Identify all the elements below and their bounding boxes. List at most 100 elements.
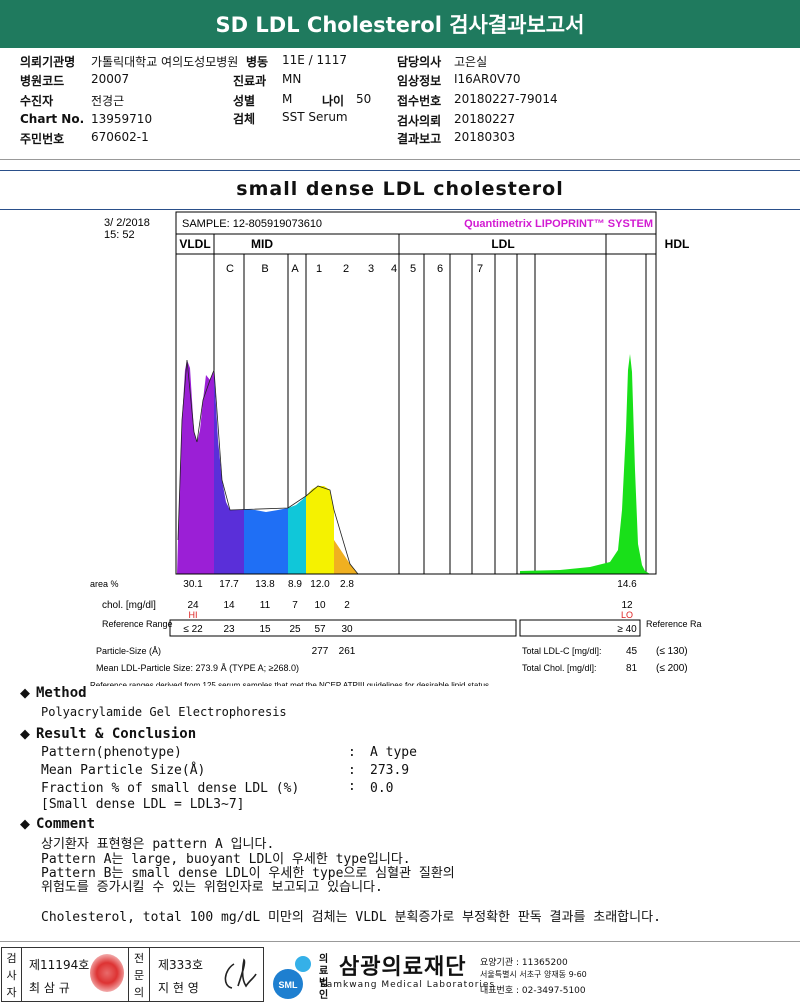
area-value: 13.8 <box>255 579 275 590</box>
org-name: 삼광의료재단 <box>339 955 467 980</box>
field-label: 결과보고 <box>397 132 442 146</box>
field-label: 병동 <box>246 55 269 69</box>
specialist-label: 전문의 <box>128 948 150 1001</box>
flag-label: LO <box>621 610 633 620</box>
org-info: 서울특별시 서초구 양재동 9-60 <box>480 970 587 979</box>
ref-value: 23 <box>223 624 235 635</box>
tester-id: 제11194호 <box>29 958 90 972</box>
band-label: 4 <box>391 263 397 275</box>
field-label: Chart No. <box>20 112 85 126</box>
logo-text: SML <box>279 980 299 990</box>
divider <box>0 941 800 942</box>
field-label: 담당의사 <box>397 55 442 69</box>
total-chol-ref: (≤ 200) <box>656 663 688 674</box>
chol-value: 14 <box>223 600 235 611</box>
vertical-label: 검사자 <box>6 952 17 999</box>
diamond-icon: ◆ <box>20 686 30 701</box>
band-label: A <box>291 263 299 275</box>
band-label: C <box>226 263 234 275</box>
method-heading: ◆ Method <box>20 685 87 701</box>
particle-label: Particle-Size (Å) <box>96 646 161 656</box>
result-colon: : <box>348 763 356 778</box>
total-chol-label: Total Chol. [mg/dl]: <box>522 663 597 673</box>
flag-label: HI <box>189 610 198 620</box>
divider <box>0 170 800 171</box>
group-label: VLDL <box>179 237 210 251</box>
field-value: 670602-1 <box>91 130 149 144</box>
result-key: Fraction % of small dense LDL (%) <box>41 781 300 796</box>
band-label: 6 <box>437 263 443 275</box>
chart-sample: SAMPLE: 12-805919073610 <box>182 218 322 230</box>
chart-date: 3/ 2/2018 <box>104 217 150 229</box>
band-label: 1 <box>316 263 322 275</box>
specialist-id: 제333호 <box>158 958 203 972</box>
result-key: Mean Particle Size(Å) <box>41 763 206 778</box>
total-ldl-label: Total LDL-C [mg/dl]: <box>522 646 602 656</box>
field-value: 50 <box>356 92 372 106</box>
chol-label: chol. [mg/dl] <box>102 600 156 611</box>
particle-value: 277 <box>312 646 329 657</box>
section-title: small dense LDL cholesterol <box>236 178 564 200</box>
result-key: Pattern(phenotype) <box>41 745 182 760</box>
field-label: 병원코드 <box>20 74 65 88</box>
ref-value: 25 <box>289 624 301 635</box>
ref-value: ≥ 40 <box>617 624 637 635</box>
group-label: MID <box>251 237 273 251</box>
area-value: 30.1 <box>183 579 203 590</box>
field-value: 가톨릭대학교 여의도성모병원 <box>91 55 239 69</box>
band-label: 7 <box>477 263 483 275</box>
field-label: 주민번호 <box>20 132 65 146</box>
comment-heading: ◆ Comment <box>20 816 95 832</box>
field-label: 나이 <box>322 94 345 108</box>
heading-text: Comment <box>36 816 96 832</box>
group-label: LDL <box>491 237 514 251</box>
comment-note: Cholesterol, total 100 mg/dL 미만의 검체는 VLD… <box>41 910 661 925</box>
vertical-label: 전문의 <box>133 952 145 999</box>
area-value: 2.8 <box>340 579 354 590</box>
band-label: B <box>261 263 268 275</box>
result-value: 273.9 <box>370 763 410 778</box>
area-label: area % <box>90 579 119 589</box>
area-value: 12.0 <box>310 579 330 590</box>
ref-value: 57 <box>314 624 326 635</box>
total-ldl-ref: (≤ 130) <box>656 646 688 657</box>
sml-logo-icon: SML <box>273 956 311 999</box>
ref-value: 15 <box>259 624 271 635</box>
chart-time: 15: 52 <box>104 229 135 241</box>
particle-value: 261 <box>339 646 356 657</box>
tester-name: 최 삼 규 <box>29 981 70 995</box>
chol-value: 7 <box>292 600 298 611</box>
chart-brand: Quantimetrix LIPOPRINT™ SYSTEM <box>464 218 653 230</box>
field-label: 의뢰기관명 <box>20 55 76 69</box>
result-colon: : <box>348 779 356 794</box>
field-label: 진료과 <box>233 74 267 88</box>
comment-line: 위험도를 증가시킬 수 있는 위험인자로 보고되고 있습니다. <box>41 880 383 895</box>
field-value: 고은실 <box>454 55 488 69</box>
chol-value: 11 <box>260 600 271 611</box>
field-value: MN <box>282 72 302 86</box>
ref-range-label-left: Reference Range <box>102 619 173 629</box>
method-text: Polyacrylamide Gel Electrophoresis <box>41 705 287 719</box>
org-info: 대표번호 : 02-3497-5100 <box>480 986 586 996</box>
field-value: 20180227-79014 <box>454 92 558 106</box>
divider <box>0 159 800 160</box>
field-value: 11E / 1117 <box>282 53 348 67</box>
area-value: 8.9 <box>288 579 302 590</box>
chart-footnote: Reference ranges derived from 125 serum … <box>90 681 489 686</box>
band-label: 2 <box>343 263 349 275</box>
band-label: 5 <box>410 263 416 275</box>
seal-stamp-icon <box>90 954 124 992</box>
org-info: 요양기관 : 11365200 <box>480 958 568 968</box>
ref-range-label-right: Reference Range <box>646 619 702 629</box>
chol-value: 2 <box>344 600 350 611</box>
ref-value: 30 <box>341 624 353 635</box>
org-en: Samkwang Medical Laboratories <box>320 980 496 990</box>
field-label: 검체 <box>233 112 256 126</box>
ref-value: ≤ 22 <box>183 624 203 635</box>
org-prefix: 의료법인 <box>319 954 329 1001</box>
field-value: 20180227 <box>454 112 516 126</box>
fraction-area-b <box>244 508 288 574</box>
diamond-icon: ◆ <box>20 817 30 832</box>
field-value: 20180303 <box>454 130 516 144</box>
result-note: [Small dense LDL = LDL3~7] <box>41 797 245 812</box>
